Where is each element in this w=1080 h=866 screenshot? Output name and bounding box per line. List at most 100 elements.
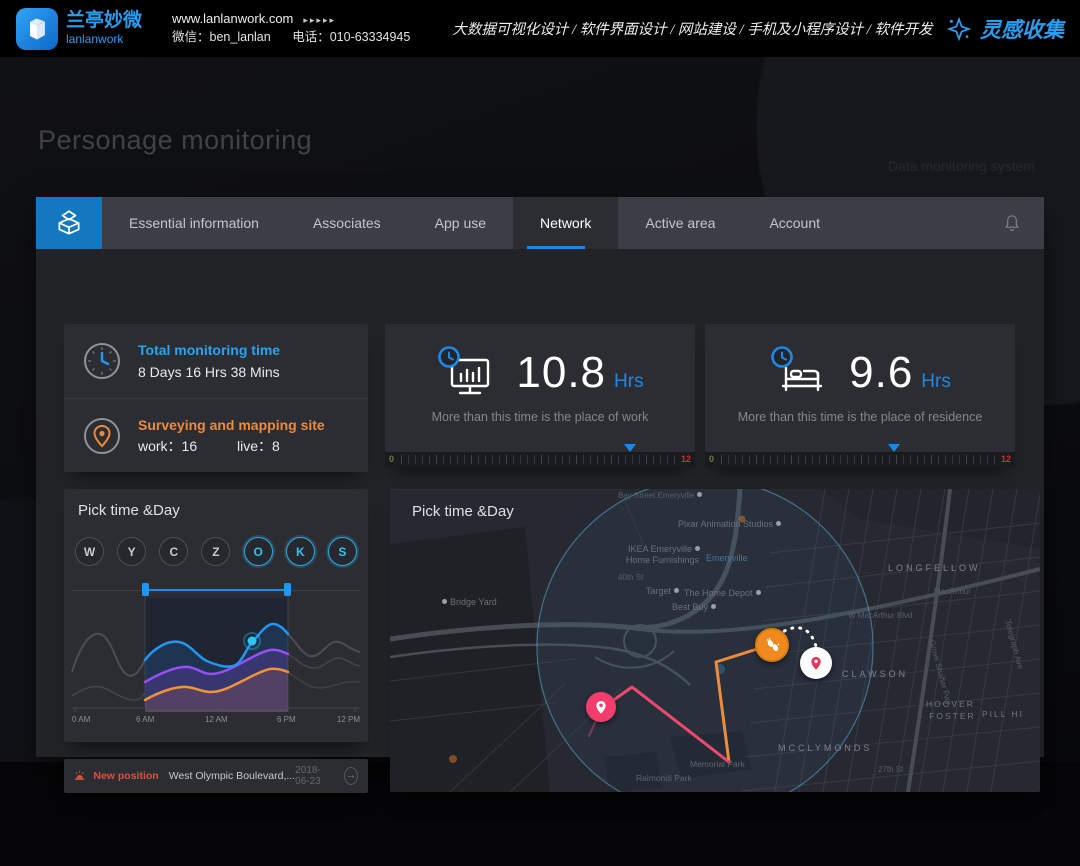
context-line-right-2 bbox=[288, 654, 360, 668]
map-label-pill-hill: PILL HI bbox=[982, 709, 1024, 719]
tab-account[interactable]: Account bbox=[742, 197, 847, 249]
highlight-point[interactable] bbox=[248, 637, 257, 646]
header-contact: www.lanlanwork.com▸▸▸▸▸ 微信：ben_lanlan 电话… bbox=[172, 12, 410, 44]
map-title: Pick time &Day bbox=[412, 503, 514, 520]
position-date: 2018-06-23 bbox=[295, 765, 334, 787]
tab-active-area[interactable]: Active area bbox=[618, 197, 742, 249]
range-handle-end[interactable] bbox=[284, 583, 291, 596]
pin-icon bbox=[593, 699, 609, 715]
location-pin-icon bbox=[80, 414, 124, 458]
day-button-y[interactable]: Y bbox=[117, 537, 146, 566]
day-button-s[interactable]: S bbox=[328, 537, 357, 566]
new-position-label: New position bbox=[93, 770, 158, 782]
context-line-left bbox=[72, 634, 145, 676]
clock-icon bbox=[80, 339, 124, 383]
total-monitoring-value: 8 Days 16 Hrs 38 Mins bbox=[138, 364, 280, 380]
ruler-ticks bbox=[721, 455, 995, 464]
map-label-bridge-yard: Bridge Yard bbox=[442, 597, 497, 607]
work-hours-card: 10.8 Hrs More than this time is the plac… bbox=[385, 324, 695, 467]
day-button-c[interactable]: C bbox=[159, 537, 188, 566]
wechat-label: 微信： bbox=[172, 30, 210, 44]
context-line-right bbox=[288, 634, 360, 656]
residence-hours-card: 9.6 Hrs More than this time is the place… bbox=[705, 324, 1015, 467]
map-dark-area bbox=[390, 527, 550, 792]
brand-logo bbox=[16, 8, 58, 50]
map-label-home-depot: The Home Depot bbox=[684, 588, 761, 598]
position-detail-button[interactable]: → bbox=[344, 767, 358, 785]
monitor-clock-icon bbox=[436, 346, 494, 400]
new-position-bar[interactable]: New position West Olympic Boulevard,... … bbox=[64, 759, 368, 793]
dashboard-panel: Essential information Associates App use… bbox=[36, 197, 1044, 757]
brand-name-zh: 兰亭妙微 bbox=[66, 11, 142, 31]
map-label-bay-street: Bay Street Emeryville bbox=[618, 491, 702, 500]
map-label-40th-st: 40th St bbox=[618, 573, 643, 582]
total-monitoring-row: Total monitoring time 8 Days 16 Hrs 38 M… bbox=[64, 324, 368, 398]
map-label-emeryville: Emeryville bbox=[706, 553, 748, 563]
ruler-ticks bbox=[401, 455, 675, 464]
map-label-pixar: Pixar Animation Studios bbox=[678, 519, 781, 529]
sparkle-icon bbox=[946, 16, 972, 42]
residence-scale-ruler: 0 12 bbox=[705, 452, 1015, 467]
live-count: live：8 bbox=[237, 438, 280, 454]
book-logo-icon bbox=[23, 15, 51, 43]
brand-name-en: lanlanwork bbox=[66, 33, 142, 46]
bed-clock-icon bbox=[769, 346, 827, 400]
top-header: 兰亭妙微 lanlanwork www.lanlanwork.com▸▸▸▸▸ … bbox=[0, 0, 1080, 57]
alarm-siren-icon bbox=[74, 769, 85, 783]
work-scale-marker[interactable] bbox=[624, 444, 636, 452]
map-label-raimondi-park: Raimondi Park bbox=[636, 773, 692, 783]
brand-names: 兰亭妙微 lanlanwork bbox=[66, 11, 142, 46]
destination-marker[interactable] bbox=[800, 647, 832, 679]
map-label-ikea-2: Home Furnishings bbox=[626, 555, 699, 565]
footsteps-icon bbox=[763, 636, 781, 654]
survey-site-row: Surveying and mapping site work：16 live：… bbox=[64, 398, 368, 472]
time-chart-title: Pick time &Day bbox=[78, 502, 180, 519]
survey-site-title: Surveying and mapping site bbox=[138, 417, 325, 433]
residence-hours-value: 9.6 bbox=[849, 348, 913, 398]
notification-bell-button[interactable] bbox=[1002, 197, 1022, 249]
residence-hours-caption: More than this time is the place of resi… bbox=[705, 410, 1015, 424]
work-count: work：16 bbox=[138, 438, 197, 454]
day-button-o[interactable]: O bbox=[244, 537, 273, 566]
scale-min: 0 bbox=[389, 454, 394, 464]
page-watermark: Data monitoring system bbox=[888, 158, 1035, 174]
map-canvas[interactable] bbox=[390, 489, 1040, 792]
tab-essential-information[interactable]: Essential information bbox=[102, 197, 286, 249]
x-tick-12am: 12 AM bbox=[205, 715, 228, 724]
poi-glow-orange bbox=[449, 755, 457, 763]
context-line-left-2 bbox=[72, 686, 145, 700]
tab-associates[interactable]: Associates bbox=[286, 197, 408, 249]
day-button-z[interactable]: Z bbox=[201, 537, 230, 566]
residence-scale-marker[interactable] bbox=[888, 444, 900, 452]
tab-network[interactable]: Network bbox=[513, 197, 618, 249]
services-tagline: 大数据可视化设计 / 软件界面设计 / 网站建设 / 手机及小程序设计 / 软件… bbox=[452, 18, 932, 39]
time-series-chart[interactable] bbox=[64, 596, 368, 712]
app-root: 兰亭妙微 lanlanwork www.lanlanwork.com▸▸▸▸▸ … bbox=[0, 0, 1080, 866]
phone-label: 电话： bbox=[292, 30, 330, 44]
day-button-k[interactable]: K bbox=[286, 537, 315, 566]
day-button-w[interactable]: W bbox=[75, 537, 104, 566]
page-title: Personage monitoring bbox=[38, 125, 312, 156]
x-tick-6am: 6 AM bbox=[136, 715, 154, 724]
wechat-value: ben_lanlan bbox=[210, 30, 271, 44]
main-region: Personage monitoring Data monitoring sys… bbox=[0, 57, 1080, 762]
pin-icon bbox=[808, 655, 824, 671]
visited-place-marker[interactable] bbox=[586, 692, 616, 722]
scale-max: 12 bbox=[681, 454, 691, 464]
module-tile-button[interactable] bbox=[36, 197, 102, 249]
range-handle-start[interactable] bbox=[142, 583, 149, 596]
map-label-macarthur: MacArthur bbox=[934, 587, 971, 596]
tab-app-use[interactable]: App use bbox=[408, 197, 513, 249]
activity-map-card[interactable]: Pick time &Day bbox=[390, 489, 1040, 792]
time-range-selected[interactable] bbox=[145, 589, 288, 591]
map-label-foster: · FOSTER bbox=[920, 711, 976, 721]
collect-banner[interactable]: 灵感收集 bbox=[946, 14, 1064, 44]
scale-min: 0 bbox=[709, 454, 714, 464]
day-button-row: W Y C Z O K S bbox=[75, 537, 357, 566]
map-label-27th-st: 27th St bbox=[878, 765, 903, 774]
layers-box-icon bbox=[54, 208, 84, 238]
current-position-marker[interactable] bbox=[755, 628, 789, 662]
residence-hours-unit: Hrs bbox=[921, 371, 951, 400]
collect-label: 灵感收集 bbox=[980, 14, 1064, 44]
map-label-longfellow: LONGFELLOW bbox=[888, 563, 981, 573]
